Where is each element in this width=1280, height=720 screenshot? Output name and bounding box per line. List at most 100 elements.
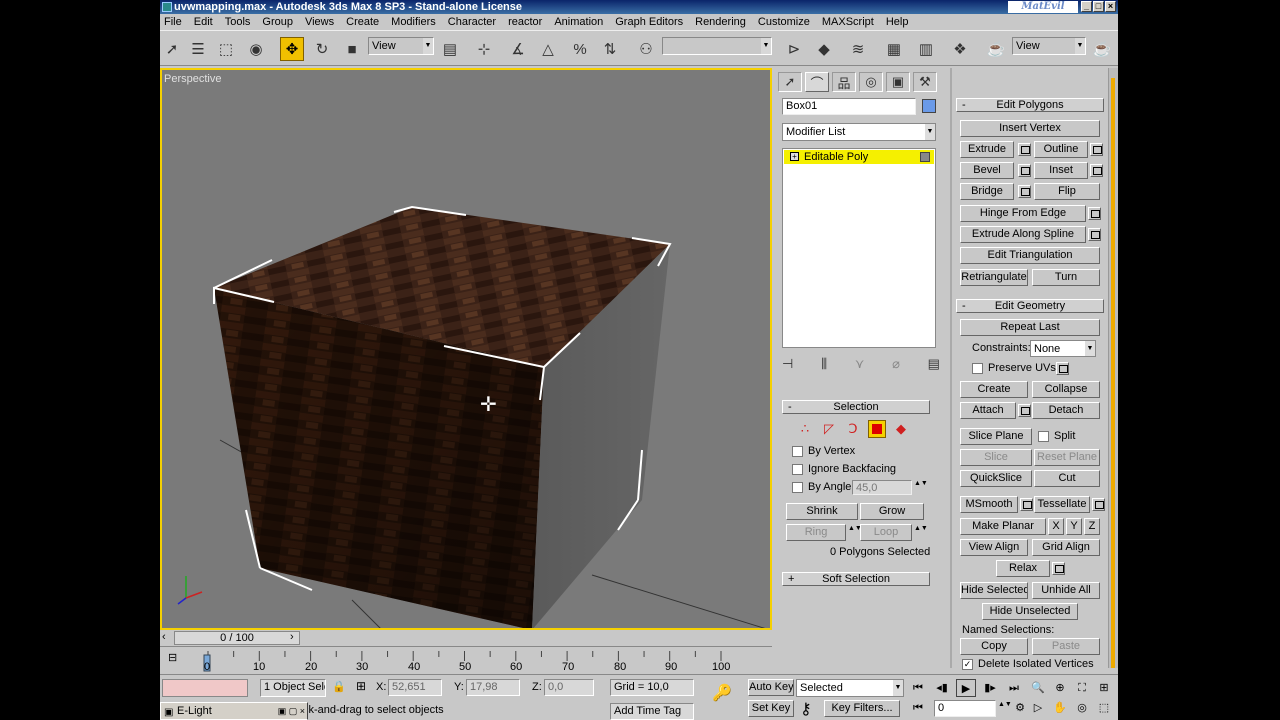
zoom-all-icon[interactable]: ⊕ [1050,679,1070,697]
quickslice-button[interactable]: QuickSlice [960,470,1032,487]
relax-button[interactable]: Relax [996,560,1050,577]
menu-tools[interactable]: Tools [225,16,251,28]
rotate-icon[interactable]: ↻ [310,37,334,61]
extrude-along-spline-button[interactable]: Extrude Along Spline [960,226,1086,243]
constraints-dropdown[interactable]: None ▼ [1030,340,1096,357]
object-color-swatch[interactable] [922,99,936,113]
loop-button[interactable]: Loop [860,524,912,541]
menu-file[interactable]: File [164,16,182,28]
set-key-button[interactable]: Set Key [748,700,794,717]
unhide-all-button[interactable]: Unhide All [1032,582,1100,599]
bevel-button[interactable]: Bevel [960,162,1014,179]
bevel-settings-icon[interactable] [1018,164,1031,177]
reset-plane-button[interactable]: Reset Plane [1034,449,1100,466]
angle-value-field[interactable]: 45,0 [852,480,912,495]
edit-polygons-rollout-header[interactable]: - Edit Polygons [956,98,1104,112]
field-of-view-icon[interactable]: ▷ [1028,699,1048,717]
add-time-tag-button[interactable]: Add Time Tag [610,703,694,720]
remove-modifier-icon[interactable]: ⌀ [892,356,900,376]
panel-scrollbar[interactable] [1108,68,1118,668]
maxscript-listener-box[interactable] [162,679,248,697]
hierarchy-tab-icon[interactable]: 品 [832,72,856,92]
display-tab-icon[interactable]: ▣ [886,72,910,92]
taskbar-buttons[interactable]: ▣ ▢ × [278,703,305,719]
motion-tab-icon[interactable]: ◎ [859,72,883,92]
make-planar-button[interactable]: Make Planar [960,518,1046,535]
auto-key-button[interactable]: Auto Key [748,679,794,696]
ref-coord-dropdown[interactable]: View ▼ [368,37,434,55]
outline-settings-icon[interactable] [1090,143,1103,156]
y-coordinate-field[interactable]: 17,98 [466,679,520,696]
copy-button[interactable]: Copy [960,638,1028,655]
key-mode-dropdown[interactable]: Selected ▼ [796,679,904,697]
goto-end-icon[interactable]: ⏭ [1004,679,1024,697]
border-level-icon[interactable]: Ↄ [844,420,862,438]
select-icon[interactable]: ➚ [160,37,184,61]
time-slider[interactable]: 0 / 100 [174,631,300,645]
schematic-view-icon[interactable]: ▥ [914,37,938,61]
edit-geometry-rollout-header[interactable]: - Edit Geometry [956,299,1104,313]
menu-views[interactable]: Views [305,16,334,28]
repeat-last-button[interactable]: Repeat Last [960,319,1100,336]
render-scene-icon[interactable]: ☕ [984,37,1008,61]
scale-icon[interactable]: ■ [340,37,364,61]
time-config-icon[interactable]: ⚙ [1010,699,1030,717]
inset-button[interactable]: Inset [1034,162,1088,179]
grid-align-button[interactable]: Grid Align [1032,539,1100,556]
ignore-backfacing-checkbox[interactable] [792,464,803,475]
key-icon[interactable]: 🔑 [712,683,732,703]
perspective-viewport[interactable]: Perspective ✛ [160,68,772,630]
panel-scroll-thumb[interactable] [1111,78,1115,668]
planar-x-button[interactable]: X [1048,518,1064,535]
show-end-result-icon[interactable]: ⫼ [821,356,827,376]
lock-icon[interactable]: 🔒 [332,680,346,693]
loop-spinner-icon[interactable]: ▲▼ [914,525,928,532]
extrude-settings-icon[interactable] [1018,143,1031,156]
modifier-stack[interactable]: + Editable Poly [782,148,936,348]
edge-level-icon[interactable]: ◸ [820,420,838,438]
hide-unselected-button[interactable]: Hide Unselected [982,603,1078,620]
pivot-icon[interactable]: ▤ [438,37,462,61]
collapse-button[interactable]: Collapse [1032,381,1100,398]
taskbar-item[interactable]: ▣ E-Light ▣ ▢ × [160,702,308,720]
pan-icon[interactable]: ✋ [1050,699,1070,717]
menu-group[interactable]: Group [262,16,293,28]
view-align-button[interactable]: View Align [960,539,1028,556]
extrude-spline-settings-icon[interactable] [1088,228,1101,241]
configure-sets-icon[interactable]: ▤ [928,356,940,376]
x-coordinate-field[interactable]: 52,651 [388,679,442,696]
snap-icon[interactable]: ∡ [506,37,530,61]
key-filters-button[interactable]: Key Filters... [824,700,900,717]
split-checkbox[interactable] [1038,431,1049,442]
turn-button[interactable]: Turn [1032,269,1100,286]
detach-button[interactable]: Detach [1032,402,1100,419]
current-frame-field[interactable]: 0 [934,700,996,717]
material-editor-icon[interactable]: ❖ [948,37,972,61]
relax-settings-icon[interactable] [1052,562,1065,575]
extrude-button[interactable]: Extrude [960,141,1014,158]
tessellate-settings-icon[interactable] [1092,498,1105,511]
tessellate-button[interactable]: Tessellate [1034,496,1090,513]
stack-toggle-icon[interactable] [920,152,930,162]
menu-modifiers[interactable]: Modifiers [391,16,436,28]
element-level-icon[interactable]: ◆ [892,420,910,438]
polygon-level-icon[interactable] [868,420,886,438]
inset-settings-icon[interactable] [1090,164,1103,177]
by-vertex-checkbox[interactable] [792,446,803,457]
spinner-snap-icon[interactable]: ⇅ [598,37,622,61]
menu-character[interactable]: Character [448,16,496,28]
planar-y-button[interactable]: Y [1066,518,1082,535]
by-angle-checkbox[interactable] [792,482,803,493]
attach-button[interactable]: Attach [960,402,1016,419]
named-selection-icon[interactable]: ⚇ [634,37,658,61]
menu-animation[interactable]: Animation [554,16,603,28]
cut-button[interactable]: Cut [1034,470,1100,487]
prev-key-icon[interactable]: ◂▮ [932,679,952,697]
selection-rollout-header[interactable]: - Selection [782,400,930,414]
shrink-button[interactable]: Shrink [786,503,858,520]
track-bar[interactable]: ⊟ 0 10 20 30 40 50 60 70 80 90 100 [160,646,772,674]
bridge-button[interactable]: Bridge [960,183,1014,200]
move-icon[interactable]: ✥ [280,37,304,61]
angle-snap-icon[interactable]: △ [536,37,560,61]
menu-graph-editors[interactable]: Graph Editors [615,16,683,28]
